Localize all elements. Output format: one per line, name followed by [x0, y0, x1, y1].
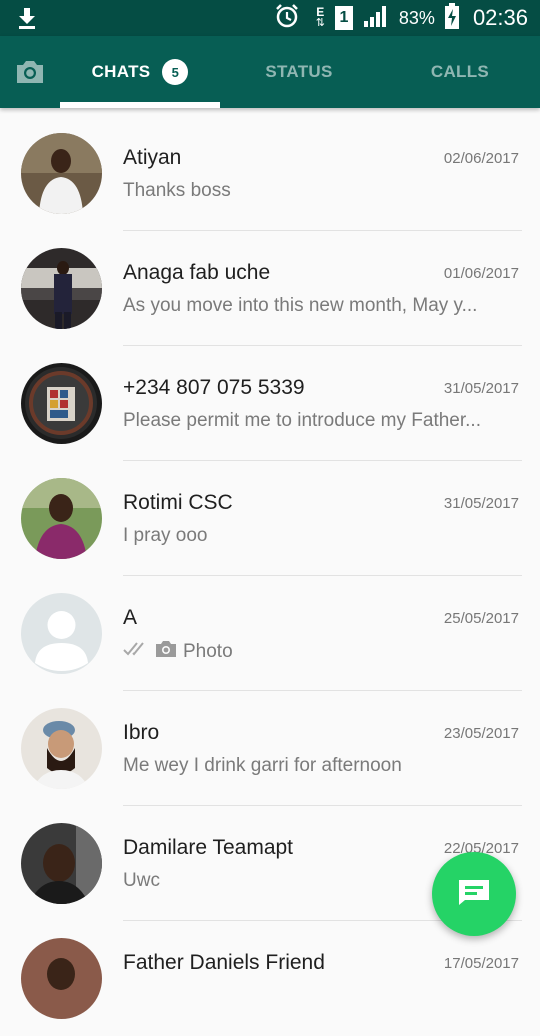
tab-calls-label: CALLS [430, 62, 490, 81]
last-message: I pray ooo [123, 525, 208, 546]
contact-name: Anaga fab uche [123, 261, 271, 284]
last-message: Photo [123, 640, 508, 664]
message-date: 31/05/2017 [443, 380, 519, 397]
tab-chats[interactable]: CHATS 5 [60, 36, 220, 108]
chat-row[interactable]: Father Daniels Friend 17/05/2017 [0, 921, 540, 1036]
status-time: 02:36 [472, 5, 528, 30]
new-chat-button[interactable] [432, 852, 516, 936]
contact-name: Damilare Teamapt [123, 836, 294, 859]
avatar[interactable] [21, 248, 102, 329]
message-date: 02/06/2017 [443, 150, 519, 167]
avatar[interactable] [21, 363, 102, 444]
avatar[interactable] [21, 938, 102, 1019]
avatar[interactable] [21, 708, 102, 789]
last-message-text: Photo [183, 641, 233, 662]
last-message: Thanks boss [123, 180, 231, 201]
message-date: 17/05/2017 [443, 955, 519, 972]
default-avatar-icon[interactable] [21, 593, 102, 674]
contact-name: Father Daniels Friend [123, 951, 325, 974]
contact-name: Ibro [123, 721, 160, 744]
chat-row[interactable]: Rotimi CSC 31/05/2017 I pray ooo [0, 461, 540, 576]
message-date: 25/05/2017 [443, 610, 519, 627]
app-bar: CHATS 5 STATUS CALLS [0, 36, 540, 108]
camera-icon[interactable] [14, 58, 46, 86]
double-check-icon [123, 641, 149, 663]
chat-row[interactable]: +234 807 075 5339 31/05/2017 Please perm… [0, 346, 540, 461]
last-message: Please permit me to introduce my Father.… [123, 410, 481, 431]
message-date: 23/05/2017 [443, 725, 519, 742]
message-date: 31/05/2017 [443, 495, 519, 512]
avatar[interactable] [21, 823, 102, 904]
contact-name: A [123, 606, 138, 629]
avatar[interactable] [21, 478, 102, 559]
chat-row[interactable]: Atiyan 02/06/2017 Thanks boss [0, 116, 540, 231]
contact-name: Rotimi CSC [123, 491, 233, 514]
tab-calls[interactable]: CALLS [380, 36, 540, 108]
message-date: 01/06/2017 [443, 265, 519, 282]
alarm-icon [274, 3, 300, 34]
unread-badge: 5 [162, 59, 189, 85]
new-chat-icon [457, 878, 491, 911]
tab-chats-label: CHATS [91, 62, 151, 81]
chat-row[interactable]: A 25/05/2017 Photo [0, 576, 540, 691]
contact-name: +234 807 075 5339 [123, 376, 305, 399]
sim-slot-label: 1 [339, 9, 349, 26]
camera-icon [155, 640, 177, 664]
avatar[interactable] [21, 133, 102, 214]
tab-status[interactable]: STATUS [220, 36, 378, 108]
signal-icon [363, 4, 389, 33]
contact-name: Atiyan [123, 146, 182, 169]
network-type-indicator: E ⇅ [315, 5, 325, 29]
download-icon [16, 6, 38, 35]
active-tab-indicator [60, 102, 220, 108]
tab-status-label: STATUS [265, 62, 333, 81]
last-message: Me wey I drink garri for afternoon [123, 755, 402, 776]
sim-icon: 1 [334, 6, 353, 30]
chat-row[interactable]: Anaga fab uche 01/06/2017 As you move in… [0, 231, 540, 346]
battery-charging-icon [444, 2, 459, 34]
last-message: As you move into this new month, May y..… [123, 295, 478, 316]
status-bar: E ⇅ 1 83% 02:36 [0, 0, 540, 36]
chat-row[interactable]: Ibro 23/05/2017 Me wey I drink garri for… [0, 691, 540, 806]
battery-percentage: 83% [398, 7, 435, 28]
